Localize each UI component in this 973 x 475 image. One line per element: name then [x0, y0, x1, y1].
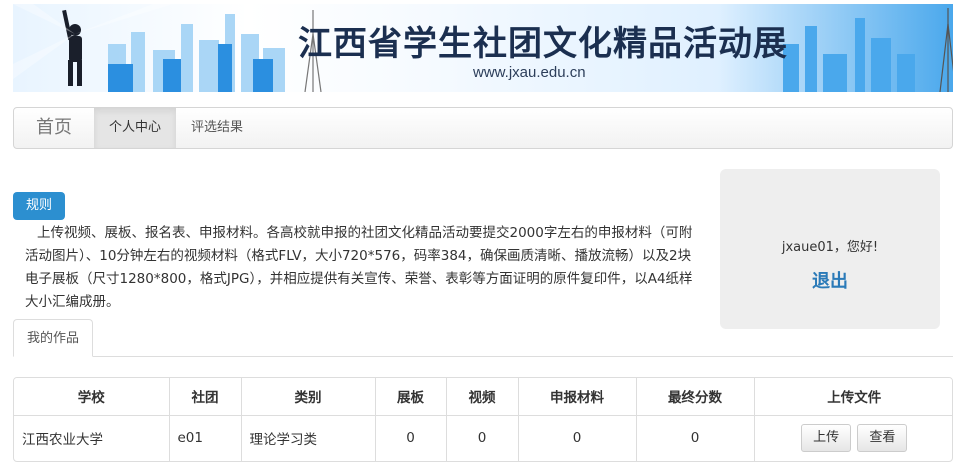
cell-category: 理论学习类 — [241, 415, 376, 461]
nav-item-personal-center[interactable]: 个人中心 — [94, 108, 177, 148]
header-school: 学校 — [14, 378, 170, 416]
banner-url: www.jxau.edu.cn — [473, 64, 586, 81]
user-greeting: jxaue01，您好! — [781, 240, 879, 255]
top-navbar: 首页 个人中心 评选结果 — [13, 107, 953, 149]
table-row: 江西农业大学 e01 理论学习类 0 0 0 0 上传 查看 — [14, 415, 952, 461]
cell-actions: 上传 查看 — [754, 415, 952, 461]
header-video: 视频 — [446, 378, 519, 416]
banner-title: 江西省学生社团文化精品活动展 — [298, 24, 788, 64]
figure-silhouette — [62, 9, 82, 86]
header-club: 社团 — [169, 378, 242, 416]
cell-score: 0 — [636, 415, 755, 461]
header-banner: 江西省学生社团文化精品活动展 www.jxau.edu.cn — [13, 4, 953, 92]
nav-home[interactable]: 首页 — [14, 108, 94, 148]
table-header-row: 学校 社团 类别 展板 视频 申报材料 最终分数 上传文件 — [14, 378, 952, 416]
cell-club: e01 — [169, 415, 242, 461]
tab-bar: 我的作品 — [13, 319, 953, 357]
header-board: 展板 — [375, 378, 447, 416]
tab-my-works[interactable]: 我的作品 — [13, 319, 94, 357]
header-category: 类别 — [241, 378, 376, 416]
view-button[interactable]: 查看 — [857, 424, 908, 453]
upload-button[interactable]: 上传 — [801, 424, 852, 453]
header-material: 申报材料 — [518, 378, 637, 416]
cell-board: 0 — [375, 415, 447, 461]
rules-text: 上传视频、展板、报名表、申报材料。各高校就申报的社团文化精品活动要提交2000字… — [25, 225, 693, 310]
cell-material: 0 — [518, 415, 637, 461]
logout-link[interactable]: 退出 — [720, 267, 940, 293]
cell-video: 0 — [446, 415, 519, 461]
rules-badge: 规则 — [13, 192, 65, 220]
header-score: 最终分数 — [636, 378, 755, 416]
nav-item-results[interactable]: 评选结果 — [176, 108, 258, 148]
works-table: 学校 社团 类别 展板 视频 申报材料 最终分数 上传文件 江西农业大学 e01… — [13, 377, 953, 462]
cell-school: 江西农业大学 — [14, 415, 170, 461]
user-panel: jxaue01，您好! 退出 — [720, 169, 940, 329]
header-upload: 上传文件 — [754, 378, 952, 416]
